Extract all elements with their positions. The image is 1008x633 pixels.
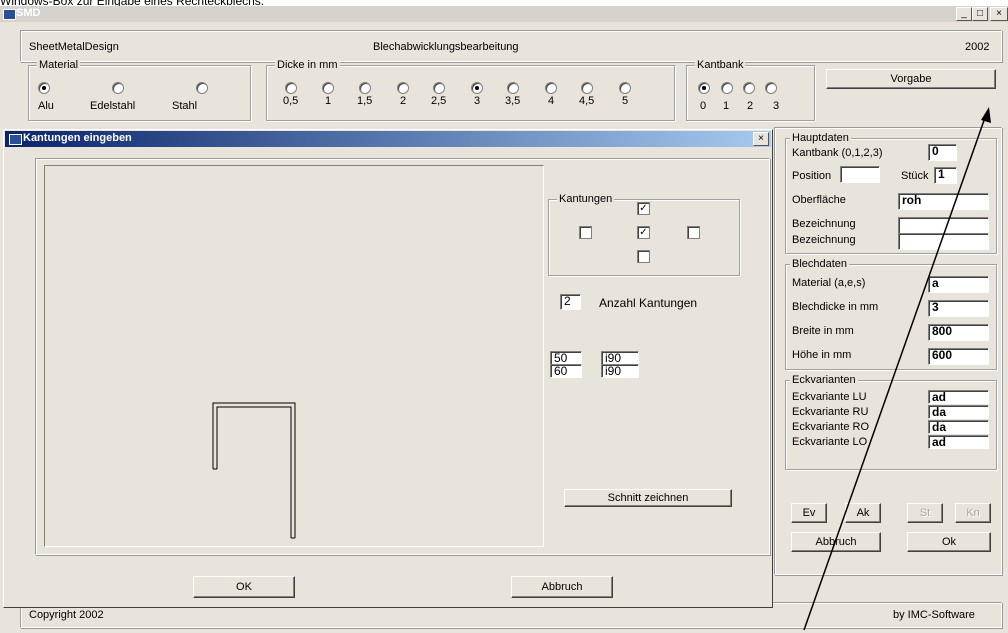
annotation-arrow-layer [803, 107, 991, 631]
annotation-arrow-head [981, 107, 991, 123]
annotation-arrow-line [803, 111, 988, 631]
smd-main-window: SMD _ □ × SheetMetalDesign Blechabwicklu… [0, 6, 1008, 633]
